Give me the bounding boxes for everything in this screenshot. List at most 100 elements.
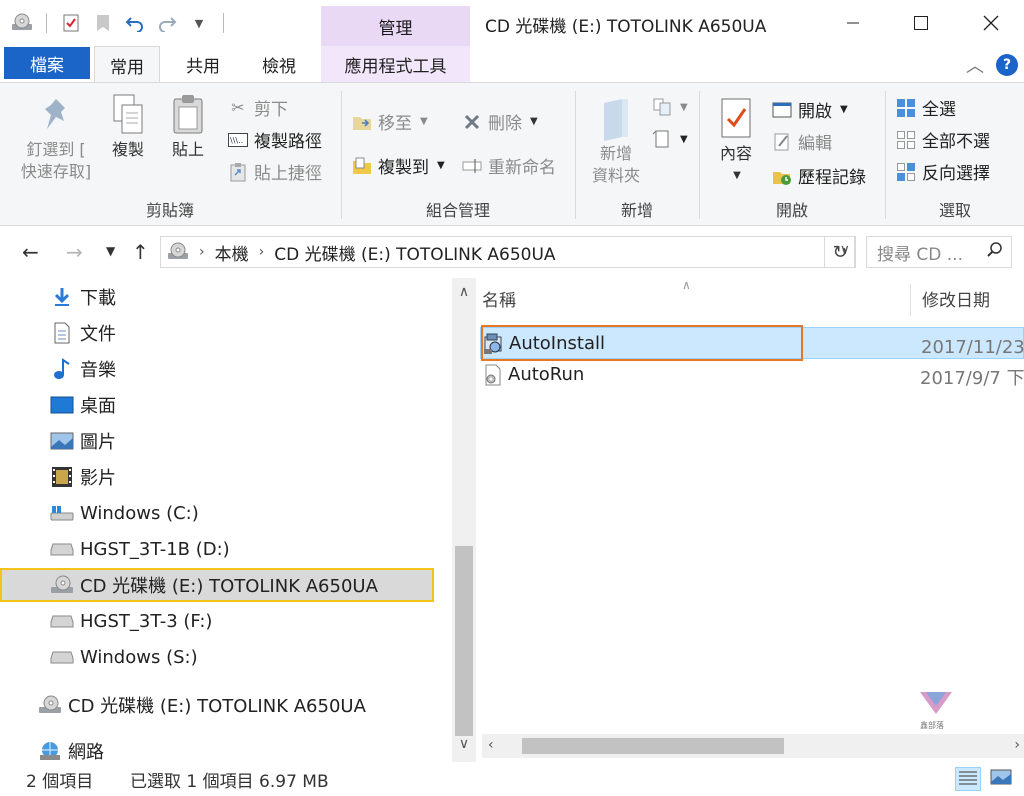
column-divider[interactable]	[910, 284, 911, 316]
file-list-horizontal-scrollbar[interactable]: ‹ ›	[482, 734, 1024, 758]
edit-button[interactable]: 編輯	[772, 129, 832, 154]
sort-ascending-chevron-icon: ∧	[682, 278, 691, 292]
copy-path-button[interactable]: \\\.. 複製路徑	[228, 127, 322, 152]
nav-item-windows-c[interactable]: Windows (C:)	[50, 496, 199, 530]
new-folder-label-line1: 新增	[599, 144, 632, 163]
move-to-icon	[352, 112, 372, 132]
nav-item-windows-s[interactable]: Windows (S:)	[50, 640, 198, 674]
nav-item-network[interactable]: 網路	[38, 734, 104, 762]
tab-share[interactable]: 共用	[170, 46, 236, 82]
scrollbar-thumb[interactable]	[522, 738, 784, 754]
select-group: 全選 全部不選 反向選擇 選取	[886, 89, 1024, 225]
title-bar: ▼ 管理 CD 光碟機 (E:) TOTOLINK A650UA	[0, 0, 1024, 46]
tab-view[interactable]: 檢視	[246, 46, 312, 82]
forward-arrow-icon[interactable]: →	[66, 240, 83, 264]
nav-pane-scrollbar[interactable]: ∧ ∨	[452, 278, 476, 762]
nav-item-cd-drive-selected[interactable]: CD 光碟機 (E:) TOTOLINK A650UA	[0, 568, 434, 602]
paste-shortcut-icon	[228, 162, 248, 182]
paste-shortcut-label: 貼上捷徑	[254, 164, 322, 184]
select-all-label: 全選	[922, 100, 956, 120]
nav-item-documents[interactable]: 文件	[50, 316, 116, 350]
nav-item-label: 網路	[68, 742, 104, 762]
search-input[interactable]: 搜尋 CD ...	[866, 236, 1012, 268]
copy-to-button[interactable]: 複製到 ▼	[352, 153, 445, 178]
nav-item-desktop[interactable]: 桌面	[50, 388, 116, 422]
scrollbar-thumb[interactable]	[455, 546, 473, 736]
delete-button[interactable]: 刪除 ▼	[462, 109, 538, 134]
rename-icon	[462, 156, 482, 176]
tab-app-tools[interactable]: 應用程式工具	[321, 46, 470, 82]
cd-drive-icon	[167, 242, 189, 262]
move-to-button[interactable]: 移至 ▼	[352, 109, 428, 134]
collapse-ribbon-chevron-icon[interactable]: ︿	[966, 52, 984, 78]
copy-button[interactable]: 複製	[104, 93, 152, 161]
breadcrumb-this-pc[interactable]: 本機	[215, 240, 249, 265]
scroll-left-chevron-icon[interactable]: ‹	[488, 737, 494, 753]
scroll-up-chevron-icon[interactable]: ∧	[452, 284, 476, 308]
nav-item-label: 圖片	[80, 432, 116, 453]
file-name: AutoInstall	[509, 333, 605, 354]
edit-label: 編輯	[798, 134, 832, 154]
select-none-button[interactable]: 全部不選	[896, 127, 990, 152]
properties-quick-icon[interactable]	[57, 9, 85, 37]
details-view-icon	[958, 769, 978, 790]
scroll-down-chevron-icon[interactable]: ∨	[452, 736, 476, 760]
properties-button[interactable]: 內容 ▼	[710, 97, 762, 187]
help-icon[interactable]: ?	[996, 54, 1018, 76]
recent-locations-chevron-icon[interactable]: ▼	[106, 244, 115, 258]
nav-item-music[interactable]: 音樂	[50, 352, 116, 386]
organize-group: 移至 ▼ 複製到 ▼ 刪除 ▼ 重新命名 組合管理	[342, 89, 574, 225]
close-button[interactable]	[968, 0, 1014, 46]
chevron-down-icon: ▼	[680, 133, 688, 145]
refresh-button[interactable]: ↻	[824, 236, 856, 268]
address-bar[interactable]: › 本機 › CD 光碟機 (E:) TOTOLINK A650UA ∨	[160, 236, 855, 268]
history-button[interactable]: 歷程記錄	[772, 163, 866, 188]
tab-file[interactable]: 檔案	[4, 47, 90, 79]
edit-icon	[772, 132, 792, 152]
nav-item-cd-drive-root[interactable]: CD 光碟機 (E:) TOTOLINK A650UA	[38, 688, 366, 722]
large-icons-view-button[interactable]	[988, 767, 1014, 791]
undo-icon[interactable]	[121, 9, 149, 37]
redo-icon[interactable]	[153, 9, 181, 37]
paste-shortcut-button[interactable]: 貼上捷徑	[228, 159, 322, 184]
nav-item-videos[interactable]: 影片	[50, 460, 116, 494]
select-group-label: 選取	[938, 201, 971, 220]
customize-toolbar-chevron-icon[interactable]: ▼	[185, 9, 213, 37]
nav-item-drive-d[interactable]: HGST_3T-1B (D:)	[50, 532, 230, 566]
properties-label: 內容	[719, 144, 752, 163]
new-item-button[interactable]: ▼	[652, 97, 688, 117]
select-all-button[interactable]: 全選	[896, 95, 956, 120]
nav-item-label: CD 光碟機 (E:) TOTOLINK A650UA	[68, 696, 366, 717]
breadcrumb-cd-drive[interactable]: CD 光碟機 (E:) TOTOLINK A650UA	[274, 240, 555, 265]
column-header-date-modified[interactable]: 修改日期	[922, 278, 990, 318]
nav-item-drive-f[interactable]: HGST_3T-3 (F:)	[50, 604, 212, 638]
invert-selection-button[interactable]: 反向選擇	[896, 159, 990, 184]
rename-button[interactable]: 重新命名	[462, 153, 556, 178]
new-folder-quick-icon[interactable]	[89, 9, 117, 37]
pin-quick-access-button[interactable]: 釘選到 [ 快速存取]	[14, 93, 98, 183]
new-folder-button[interactable]: 新增 資料夾	[586, 97, 646, 187]
nav-item-pictures[interactable]: 圖片	[50, 424, 116, 458]
clipboard-group: 釘選到 [ 快速存取] 複製 貼上 ✂ 剪下 \\\.. 複製路徑 貼上捷徑 剪…	[0, 89, 340, 225]
minimize-button[interactable]	[830, 0, 876, 46]
tab-home[interactable]: 常用	[94, 46, 160, 83]
download-icon	[50, 286, 74, 308]
maximize-button[interactable]	[898, 0, 944, 46]
file-row-autorun[interactable]: AutoRun 2017/9/7 下午	[480, 359, 1024, 391]
up-arrow-icon[interactable]: ↑	[132, 240, 149, 264]
column-header-name[interactable]: 名稱	[482, 278, 516, 318]
nav-item-label: 影片	[80, 468, 116, 489]
details-view-button[interactable]	[955, 767, 981, 791]
nav-item-downloads[interactable]: 下載	[50, 280, 116, 314]
back-arrow-icon[interactable]: ←	[22, 240, 39, 264]
file-row-autoinstall[interactable]: AutoInstall 2017/11/23 上午	[480, 325, 1024, 361]
cut-button[interactable]: ✂ 剪下	[228, 95, 288, 120]
paste-button[interactable]: 貼上	[164, 93, 212, 161]
chevron-down-icon: ▼	[530, 116, 538, 127]
open-button[interactable]: 開啟 ▼	[772, 97, 848, 122]
copy-label: 複製	[111, 140, 144, 159]
easy-access-button[interactable]: ▼	[652, 129, 688, 149]
file-name: AutoRun	[508, 364, 585, 385]
scroll-right-chevron-icon[interactable]: ›	[1014, 737, 1020, 753]
settings-file-icon	[482, 364, 504, 386]
